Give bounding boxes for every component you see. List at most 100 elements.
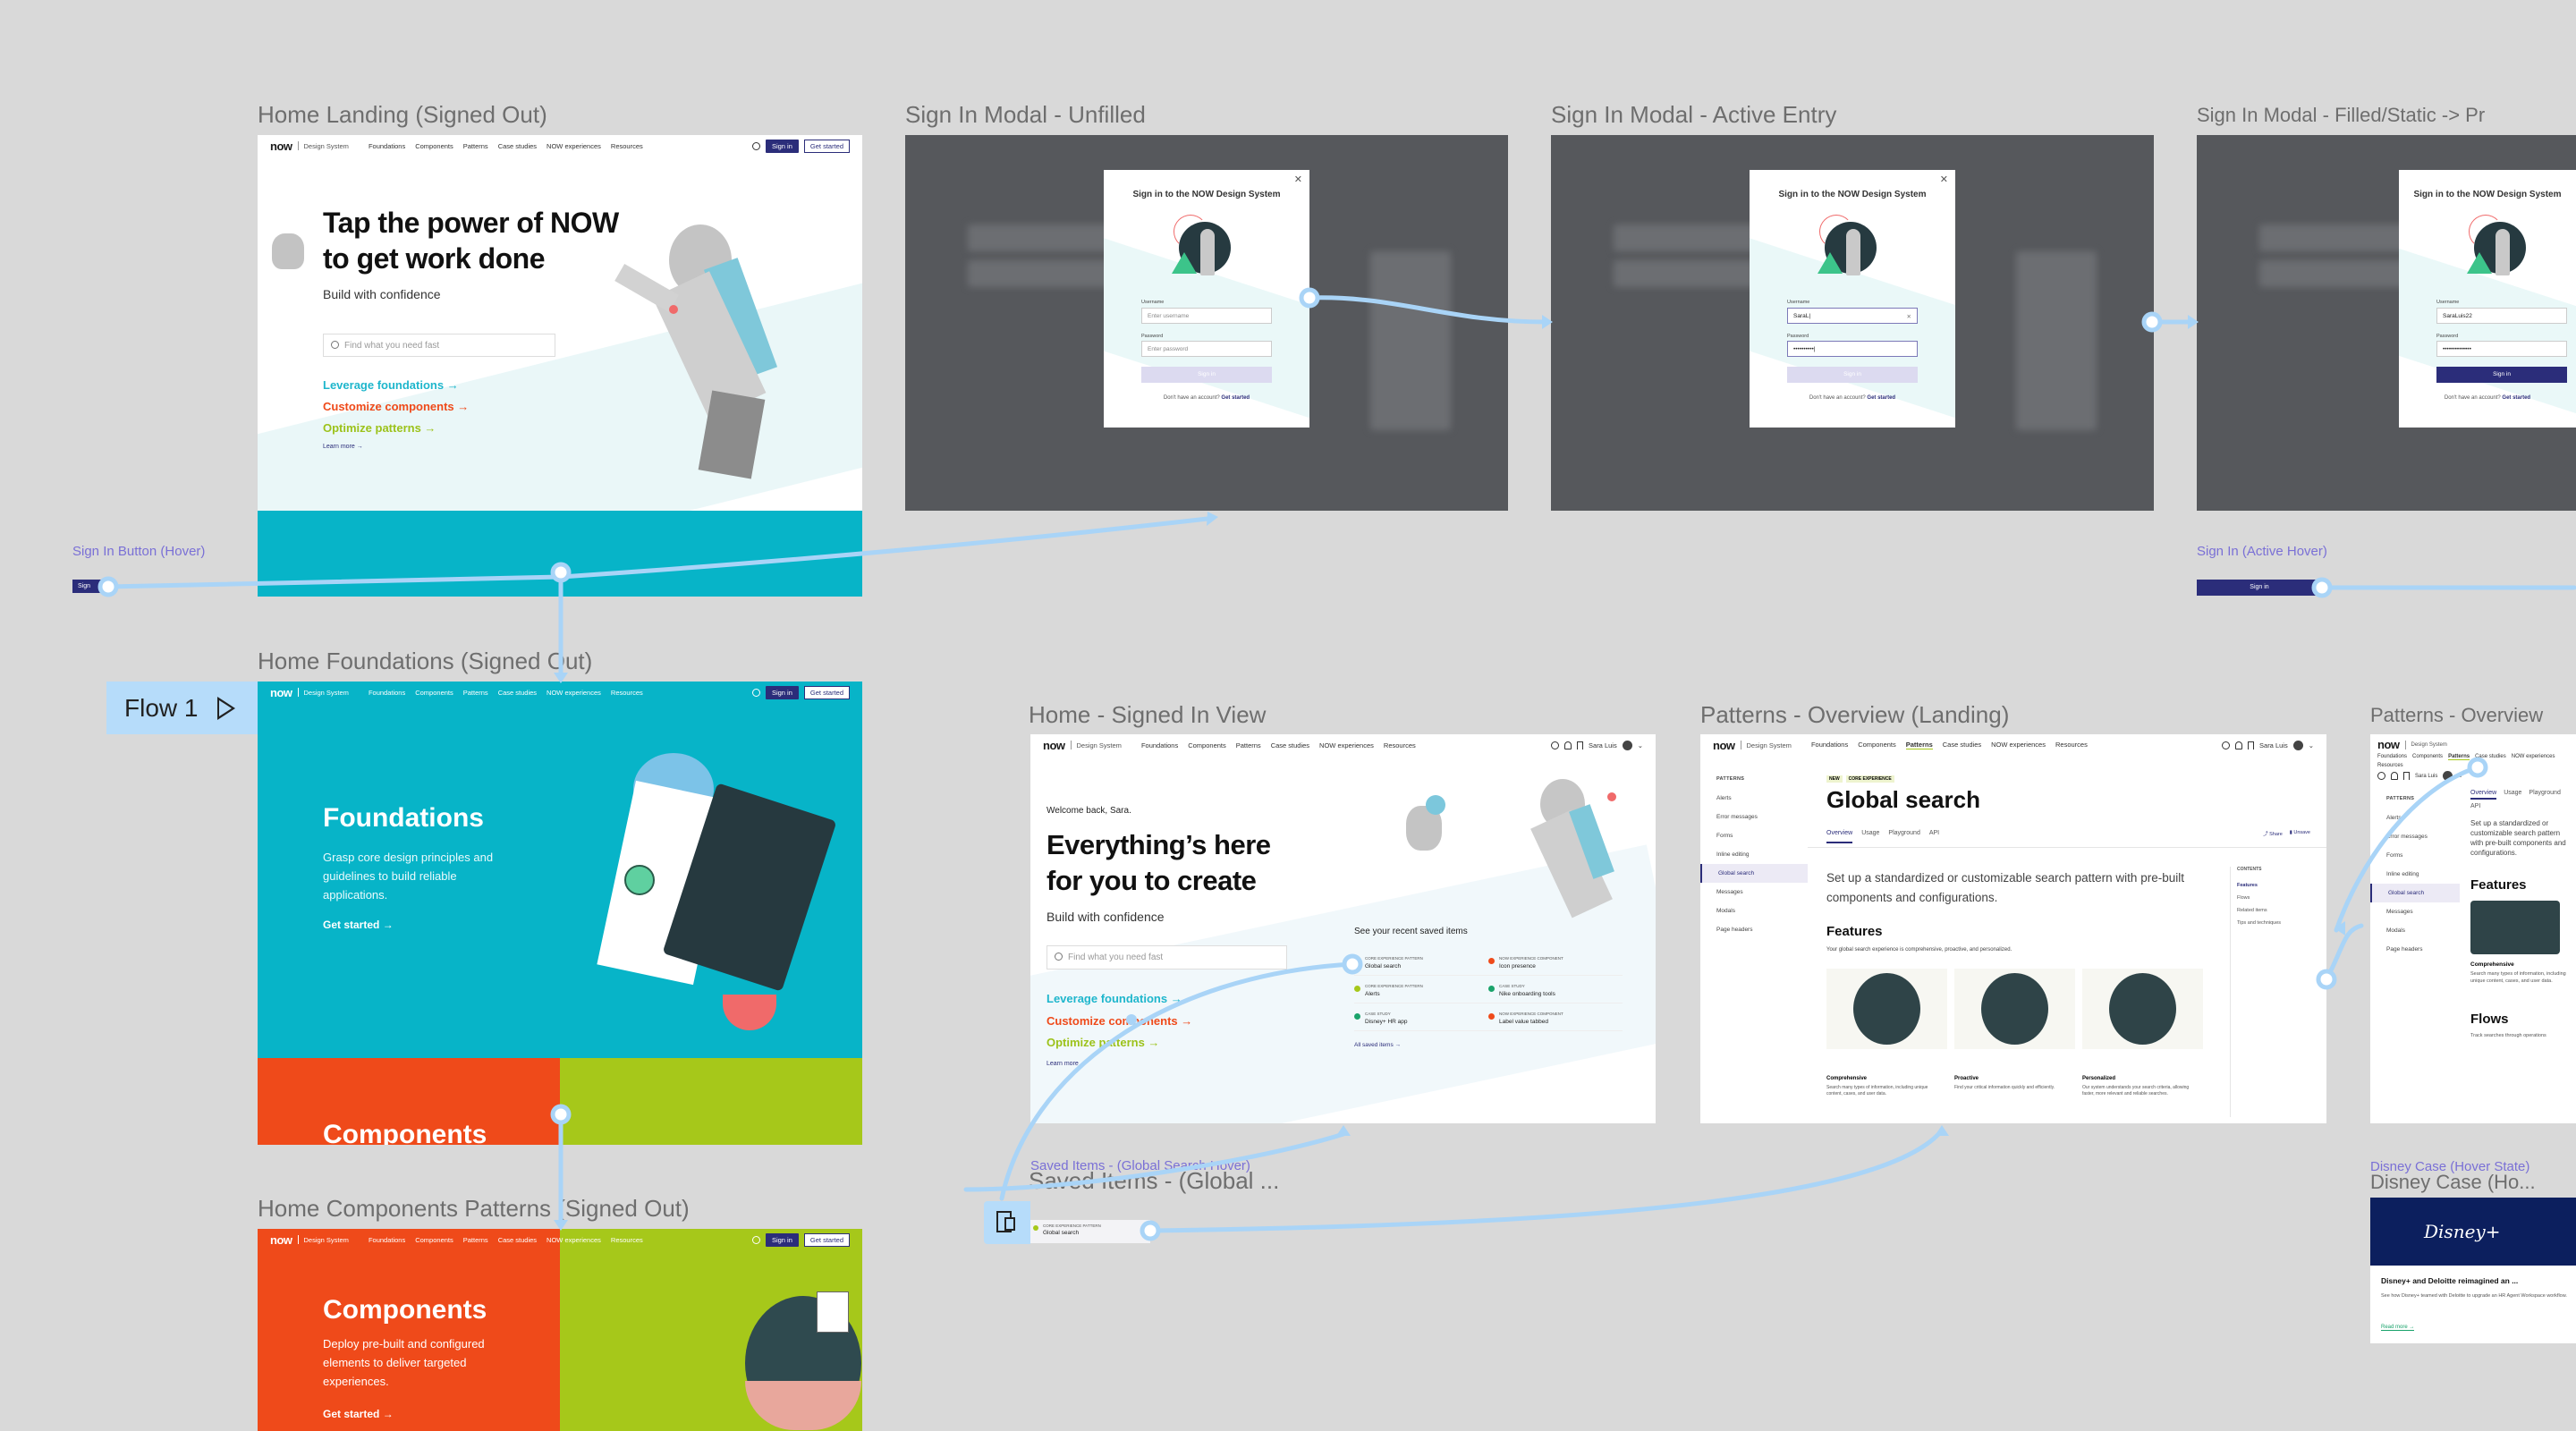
- frame-home-landing[interactable]: now Design System Foundations Components Pat…: [258, 135, 862, 597]
- search-input[interactable]: Find what you need fast: [323, 334, 555, 357]
- get-started-link[interactable]: Get started: [2502, 395, 2530, 401]
- nav-item[interactable]: Resources: [611, 142, 643, 150]
- sign-in-submit-button[interactable]: Sign in: [1141, 367, 1272, 383]
- sidebar-item[interactable]: Modals: [1700, 902, 1808, 920]
- logo[interactable]: now: [2377, 738, 2400, 751]
- sidebar-item[interactable]: Page headers: [2370, 940, 2460, 959]
- get-started-button[interactable]: Get started: [803, 685, 850, 699]
- link-optimize-patterns[interactable]: Optimize patterns: [323, 418, 469, 439]
- nav-item[interactable]: Patterns: [1236, 741, 1261, 749]
- nav-item[interactable]: Foundations: [1141, 741, 1178, 749]
- bookmark-icon[interactable]: [1577, 741, 1584, 749]
- nav-item[interactable]: NOW experiences: [547, 689, 601, 697]
- bookmark-icon[interactable]: [2248, 741, 2255, 749]
- nav-item[interactable]: Patterns: [463, 689, 488, 697]
- contents-item[interactable]: Related items: [2237, 904, 2281, 917]
- sidebar-item[interactable]: Inline editing: [1700, 845, 1808, 864]
- frame-home-foundations[interactable]: now Design System Foundations Components Pat…: [258, 682, 862, 1145]
- get-started-button[interactable]: Get started: [803, 1232, 850, 1247]
- sidebar-item[interactable]: Messages: [1700, 883, 1808, 902]
- tab[interactable]: Usage: [2504, 790, 2521, 800]
- share-button[interactable]: ⤴ Share: [2263, 830, 2283, 837]
- disney-case-card[interactable]: Disney+ Disney+ and Deloitte reimagined …: [2370, 1198, 2576, 1343]
- logo[interactable]: now: [1713, 739, 1735, 752]
- nav-item[interactable]: Case studies: [498, 1236, 537, 1244]
- avatar[interactable]: [2443, 771, 2453, 781]
- search-input[interactable]: Find what you need fast: [1046, 945, 1287, 970]
- nav-item[interactable]: Case studies: [498, 142, 537, 150]
- frame-home-signed-in[interactable]: now Design System Foundations Components Pat…: [1030, 734, 1656, 1123]
- search-icon[interactable]: [751, 141, 760, 150]
- user-name[interactable]: Sara Luis: [2259, 741, 2288, 749]
- play-icon[interactable]: [217, 696, 236, 720]
- tab[interactable]: Overview: [2470, 790, 2497, 800]
- search-icon[interactable]: [751, 1235, 760, 1244]
- user-name[interactable]: Sara Luis: [2415, 774, 2437, 779]
- nav-item[interactable]: Foundations: [1811, 741, 1848, 749]
- username-input[interactable]: Enter username: [1141, 308, 1272, 324]
- tab[interactable]: Playground: [1888, 830, 1919, 843]
- nav-item[interactable]: Patterns: [2448, 754, 2470, 760]
- saved-item[interactable]: CORE EXPERIENCE PATTERN Global search: [1354, 956, 1488, 976]
- nav-item[interactable]: Components: [2412, 754, 2443, 760]
- chevron-down-icon[interactable]: ⌄: [2309, 741, 2314, 749]
- bell-icon[interactable]: [2391, 772, 2398, 780]
- nav-item[interactable]: NOW experiences: [547, 142, 601, 150]
- bell-icon[interactable]: [1564, 741, 1572, 749]
- bookmark-icon[interactable]: [2403, 772, 2410, 780]
- nav-item[interactable]: Case studies: [2475, 754, 2506, 760]
- all-saved-items-link[interactable]: All saved items: [1354, 1042, 1401, 1048]
- sign-in-submit-button[interactable]: Sign in: [2436, 367, 2567, 383]
- sidebar-item[interactable]: Error messages: [1700, 808, 1808, 826]
- logo[interactable]: now: [270, 686, 292, 699]
- user-name[interactable]: Sara Luis: [1589, 741, 1617, 749]
- nav-item[interactable]: Foundations: [369, 142, 405, 150]
- chevron-down-icon[interactable]: ⌄: [2458, 773, 2462, 779]
- username-input[interactable]: SaraL| ✕: [1787, 308, 1918, 324]
- learn-more-link[interactable]: Learn more: [323, 444, 363, 450]
- component-icon[interactable]: [984, 1201, 1030, 1244]
- nav-item[interactable]: Case studies: [1271, 741, 1309, 749]
- nav-item[interactable]: NOW experiences: [547, 1236, 601, 1244]
- search-icon[interactable]: [2222, 741, 2231, 749]
- frame-sign-in-unfilled[interactable]: ✕ Sign in to the NOW Design System Usern…: [905, 135, 1508, 511]
- get-started-link[interactable]: Get started: [323, 1408, 394, 1420]
- nav-item[interactable]: Resources: [611, 1236, 643, 1244]
- nav-item[interactable]: Components: [1188, 741, 1226, 749]
- nav-item[interactable]: Components: [1858, 741, 1896, 749]
- sidebar-item[interactable]: Forms: [2370, 846, 2460, 865]
- sidebar-item[interactable]: Alerts: [2370, 809, 2460, 827]
- nav-item[interactable]: Case studies: [1943, 741, 1981, 749]
- learn-more-link[interactable]: Learn more: [1046, 1061, 1087, 1067]
- password-input[interactable]: Enter password: [1141, 341, 1272, 357]
- sidebar-item[interactable]: Alerts: [1700, 789, 1808, 808]
- logo[interactable]: now: [270, 1233, 292, 1247]
- tab[interactable]: Playground: [2529, 790, 2560, 800]
- sign-in-active-hover-button[interactable]: Sign in: [2197, 580, 2322, 596]
- sign-in-submit-button[interactable]: Sign in: [1787, 367, 1918, 383]
- nav-item[interactable]: Foundations: [2377, 754, 2407, 760]
- password-input[interactable]: ••••••••••|: [1787, 341, 1918, 357]
- logo[interactable]: now: [270, 140, 292, 153]
- link-leverage-foundations[interactable]: Leverage foundations: [1046, 988, 1192, 1011]
- sidebar-item[interactable]: Messages: [2370, 902, 2460, 921]
- link-leverage-foundations[interactable]: Leverage foundations: [323, 375, 469, 396]
- get-started-link[interactable]: Get started: [1867, 395, 1895, 401]
- flow-start-badge[interactable]: Flow 1: [106, 682, 258, 734]
- unsave-button[interactable]: ▮ Unsave: [2290, 830, 2310, 837]
- link-customize-components[interactable]: Customize components: [1046, 1011, 1192, 1033]
- sidebar-item[interactable]: Forms: [1700, 826, 1808, 845]
- link-customize-components[interactable]: Customize components: [323, 396, 469, 418]
- nav-item[interactable]: NOW experiences: [2512, 754, 2555, 760]
- saved-item[interactable]: NOW EXPERIENCE COMPONENT Label value tabb…: [1488, 1012, 1623, 1031]
- saved-item[interactable]: CASE STUDY Disney+ HR app: [1354, 1012, 1488, 1031]
- logo[interactable]: now: [1043, 739, 1065, 752]
- username-input[interactable]: SaraLuis22: [2436, 308, 2567, 324]
- nav-item[interactable]: Resources: [1384, 741, 1416, 749]
- bell-icon[interactable]: [2235, 741, 2243, 749]
- sign-in-button[interactable]: Sign in: [765, 1232, 799, 1247]
- nav-item[interactable]: Components: [415, 689, 453, 697]
- password-input[interactable]: ••••••••••••••: [2436, 341, 2567, 357]
- clear-icon[interactable]: ✕: [1907, 313, 1911, 320]
- search-icon[interactable]: [751, 688, 760, 697]
